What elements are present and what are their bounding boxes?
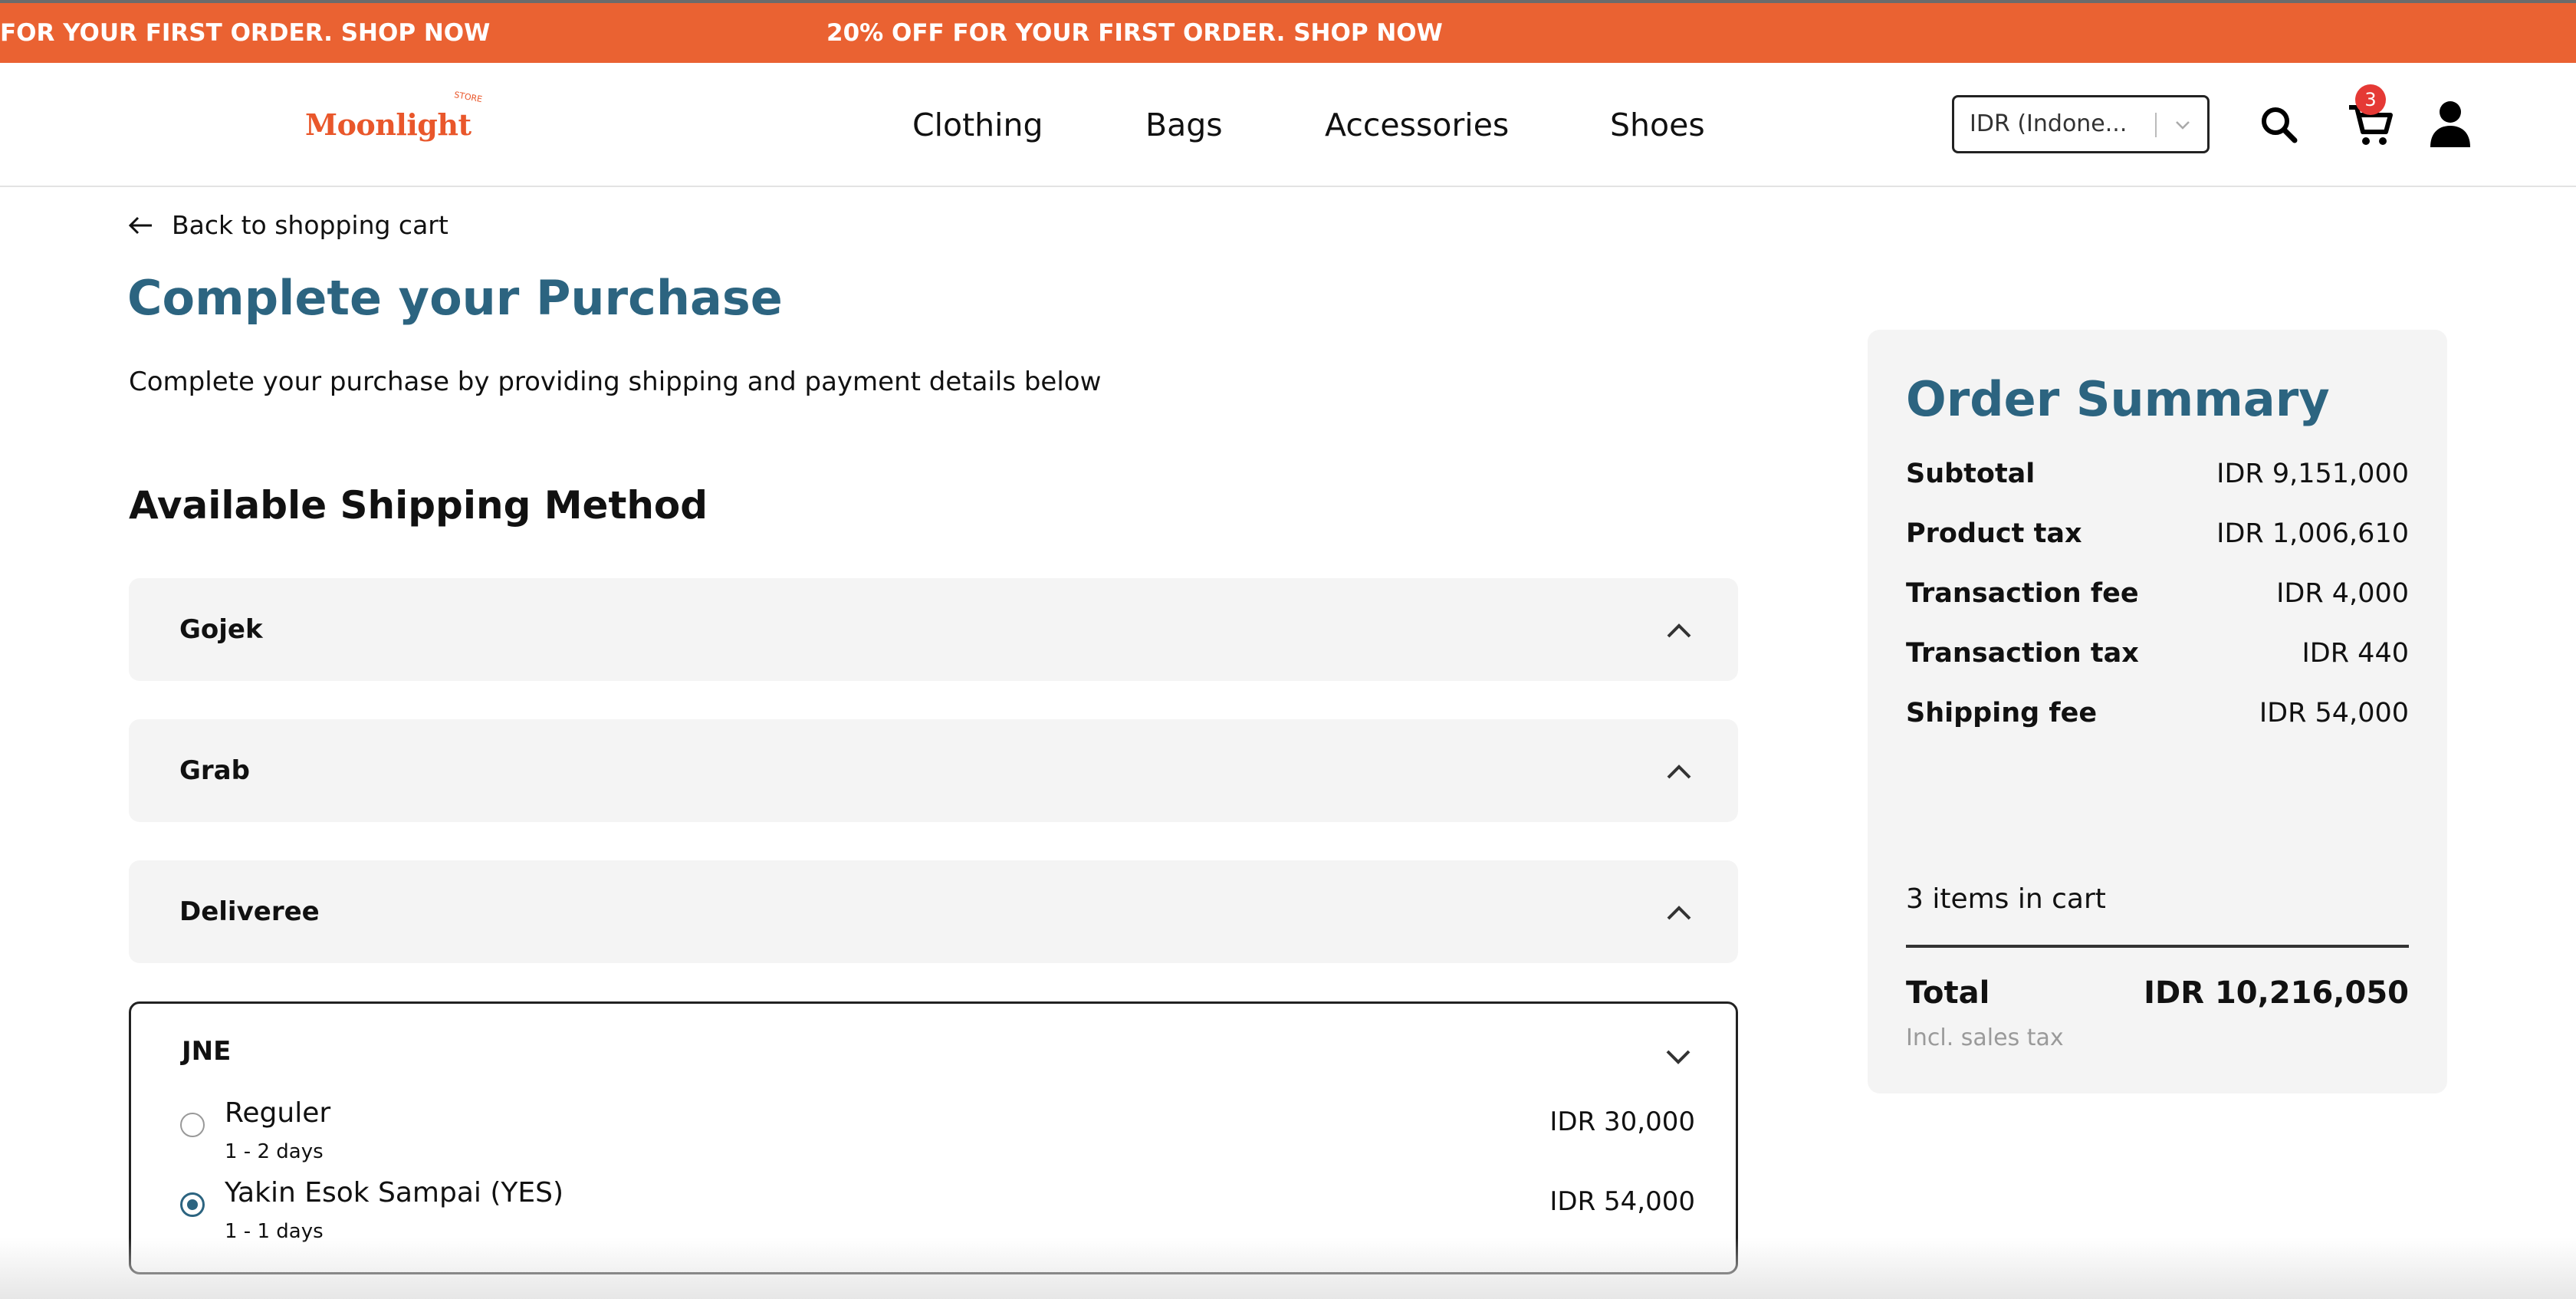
chevron-up-icon[interactable] xyxy=(1662,756,1696,787)
total-label: Total xyxy=(1906,975,1990,1011)
shipping-method-name: Gojek xyxy=(179,614,263,645)
summary-row-shipping-fee: Shipping fee IDR 54,000 xyxy=(1906,698,2409,736)
summary-label: Transaction tax xyxy=(1906,638,2139,669)
store-logo[interactable]: Moonlight STORE xyxy=(305,90,483,153)
option-price: IDR 30,000 xyxy=(1549,1107,1695,1137)
announcement-text[interactable]: 20% OFF FOR YOUR FIRST ORDER. SHOP NOW xyxy=(826,3,1443,63)
announcement-bar[interactable]: FOR YOUR FIRST ORDER. SHOP NOW 20% OFF F… xyxy=(0,3,2576,63)
option-radio-selected[interactable] xyxy=(180,1192,205,1217)
cart-count-badge: 3 xyxy=(2355,84,2386,115)
summary-value: IDR 440 xyxy=(2302,638,2409,669)
summary-value: IDR 54,000 xyxy=(2259,698,2409,728)
chevron-up-icon[interactable] xyxy=(1662,615,1696,646)
option-radio[interactable] xyxy=(180,1113,205,1137)
order-summary-title: Order Summary xyxy=(1906,371,2330,427)
currency-select[interactable]: IDR (Indone... xyxy=(1952,95,2210,153)
back-link-label: Back to shopping cart xyxy=(172,210,449,240)
bottom-scroll-fade xyxy=(0,1238,2576,1299)
search-icon[interactable] xyxy=(2259,104,2300,146)
summary-row-transaction-fee: Transaction fee IDR 4,000 xyxy=(1906,578,2409,617)
summary-label: Transaction fee xyxy=(1906,578,2139,609)
total-tax-note: Incl. sales tax xyxy=(1906,1024,2064,1051)
arrow-left-icon xyxy=(128,216,152,235)
option-days: 1 - 2 days xyxy=(225,1140,324,1163)
summary-label: Product tax xyxy=(1906,518,2082,549)
page-subtitle: Complete your purchase by providing ship… xyxy=(129,367,1102,397)
nav-bags[interactable]: Bags xyxy=(1145,63,1223,187)
nav-accessories[interactable]: Accessories xyxy=(1325,63,1509,187)
total-value: IDR 10,216,050 xyxy=(2144,975,2409,1011)
option-name: Yakin Esok Sampai (YES) xyxy=(225,1177,564,1209)
shipping-method-jne[interactable]: JNE Reguler 1 - 2 days IDR 30,000 Yakin … xyxy=(129,1001,1738,1274)
summary-label: Shipping fee xyxy=(1906,698,2098,728)
shipping-method-name: Grab xyxy=(179,755,250,786)
shipping-method-name: Deliveree xyxy=(179,896,320,927)
nav-shoes[interactable]: Shoes xyxy=(1610,63,1705,187)
items-in-cart: 3 items in cart xyxy=(1906,883,2106,915)
summary-row-product-tax: Product tax IDR 1,006,610 xyxy=(1906,518,2409,557)
currency-separator xyxy=(2155,113,2157,137)
shipping-method-grab[interactable]: Grab xyxy=(129,719,1738,822)
currency-value: IDR (Indone... xyxy=(1970,110,2128,137)
chevron-down-icon[interactable] xyxy=(2169,111,2196,139)
summary-value: IDR 1,006,610 xyxy=(2216,518,2409,549)
summary-row-subtotal: Subtotal IDR 9,151,000 xyxy=(1906,459,2409,497)
logo-store-text: STORE xyxy=(453,90,483,104)
nav-clothing[interactable]: Clothing xyxy=(912,63,1043,187)
shipping-method-deliveree[interactable]: Deliveree xyxy=(129,860,1738,963)
summary-row-transaction-tax: Transaction tax IDR 440 xyxy=(1906,638,2409,676)
chevron-up-icon[interactable] xyxy=(1662,897,1696,928)
summary-divider xyxy=(1906,945,2409,948)
summary-label: Subtotal xyxy=(1906,459,2036,489)
logo-store-mark: STORE xyxy=(453,90,483,104)
order-summary-panel: Order Summary Subtotal IDR 9,151,000 Pro… xyxy=(1868,330,2447,1093)
user-icon[interactable] xyxy=(2427,98,2473,150)
page-title: Complete your Purchase xyxy=(127,270,783,326)
logo-wordmark: Moonlight xyxy=(305,107,472,142)
shipping-option-reguler[interactable]: Reguler 1 - 2 days IDR 30,000 xyxy=(177,1097,1695,1171)
option-price: IDR 54,000 xyxy=(1549,1186,1695,1217)
shipping-method-name: JNE xyxy=(182,1036,232,1067)
shipping-section-title: Available Shipping Method xyxy=(129,483,708,528)
chevron-down-icon[interactable] xyxy=(1661,1041,1695,1071)
summary-value: IDR 4,000 xyxy=(2276,578,2409,609)
site-header: Moonlight STORE Clothing Bags Accessorie… xyxy=(0,63,2576,187)
option-name: Reguler xyxy=(225,1097,331,1129)
announcement-text-left[interactable]: FOR YOUR FIRST ORDER. SHOP NOW xyxy=(0,3,490,63)
shipping-method-gojek[interactable]: Gojek xyxy=(129,578,1738,681)
summary-value: IDR 9,151,000 xyxy=(2216,459,2409,489)
